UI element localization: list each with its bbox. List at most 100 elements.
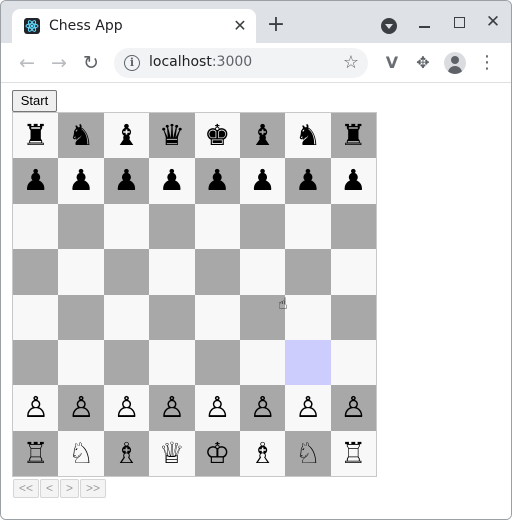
board-square[interactable]: ♙ xyxy=(58,385,104,431)
chess-piece[interactable]: ♘ xyxy=(295,436,321,470)
profile-avatar-icon[interactable] xyxy=(444,52,466,74)
board-square[interactable] xyxy=(103,339,150,386)
board-square[interactable] xyxy=(149,203,195,250)
chess-piece[interactable]: ♖ xyxy=(340,436,366,470)
board-square[interactable]: ♜ xyxy=(330,113,376,159)
board-square[interactable]: ♞ xyxy=(58,113,104,159)
chess-piece[interactable]: ♙ xyxy=(340,390,366,424)
board-square[interactable]: ♟ xyxy=(149,158,195,204)
board-square[interactable]: ♟ xyxy=(194,158,240,204)
board-square[interactable] xyxy=(58,339,104,386)
chess-piece[interactable]: ♙ xyxy=(204,390,230,424)
board-square[interactable]: ♝ xyxy=(103,113,150,159)
board-square[interactable] xyxy=(103,294,150,340)
board-square[interactable] xyxy=(239,249,286,295)
board-square[interactable]: ♞ xyxy=(285,113,331,159)
chess-piece[interactable]: ♜ xyxy=(340,118,366,152)
chess-piece[interactable]: ♟ xyxy=(68,163,94,197)
board-square[interactable] xyxy=(239,339,286,386)
board-square[interactable] xyxy=(149,249,195,295)
board-square[interactable]: ♗ xyxy=(103,430,150,476)
chess-piece[interactable]: ♖ xyxy=(23,436,49,470)
board-square[interactable]: ♛ xyxy=(149,113,195,159)
chess-piece[interactable]: ♛ xyxy=(159,118,185,152)
minimize-icon[interactable] xyxy=(419,26,430,28)
chess-piece[interactable]: ♙ xyxy=(23,390,49,424)
chess-piece[interactable]: ♟ xyxy=(250,163,276,197)
board-square[interactable] xyxy=(103,249,150,295)
back-arrow-icon[interactable]: ← xyxy=(15,51,39,75)
board-square[interactable]: ♘ xyxy=(285,430,331,476)
bookmark-star-icon[interactable]: ☆ xyxy=(340,51,362,75)
last-move-button[interactable]: >> xyxy=(80,479,107,498)
board-square[interactable]: ♗ xyxy=(239,430,286,476)
board-square[interactable] xyxy=(13,249,59,295)
chess-piece[interactable]: ♔ xyxy=(204,436,230,470)
chess-piece[interactable]: ♙ xyxy=(159,390,185,424)
chess-piece[interactable]: ♝ xyxy=(113,118,139,152)
board-square[interactable] xyxy=(103,203,150,250)
board-square[interactable] xyxy=(285,339,331,386)
board-square[interactable]: ♟ xyxy=(330,158,376,204)
board-square[interactable]: ♝ xyxy=(239,113,286,159)
board-square[interactable] xyxy=(13,339,59,386)
vue-devtools-icon[interactable]: V xyxy=(382,53,402,73)
new-tab-button[interactable]: + xyxy=(264,14,288,38)
board-square[interactable] xyxy=(239,294,286,340)
chess-piece[interactable]: ♜ xyxy=(23,118,49,152)
browser-menu-icon[interactable]: ⋮ xyxy=(477,53,497,73)
tab-search-icon[interactable] xyxy=(381,18,397,34)
board-square[interactable] xyxy=(285,294,331,340)
board-square[interactable] xyxy=(194,339,240,386)
board-square[interactable]: ♙ xyxy=(239,385,286,431)
board-square[interactable]: ♟ xyxy=(58,158,104,204)
board-square[interactable] xyxy=(194,203,240,250)
board-square[interactable] xyxy=(330,339,376,386)
chess-piece[interactable]: ♙ xyxy=(68,390,94,424)
chess-piece[interactable]: ♝ xyxy=(250,118,276,152)
site-info-icon[interactable]: i xyxy=(124,55,140,71)
chess-piece[interactable]: ♕ xyxy=(159,436,185,470)
chess-piece[interactable]: ♟ xyxy=(204,163,230,197)
board-square[interactable] xyxy=(149,339,195,386)
chess-piece[interactable]: ♙ xyxy=(113,390,139,424)
board-square[interactable] xyxy=(194,249,240,295)
chess-piece[interactable]: ♘ xyxy=(68,436,94,470)
board-square[interactable] xyxy=(58,294,104,340)
board-square[interactable] xyxy=(330,203,376,250)
board-square[interactable]: ♟ xyxy=(239,158,286,204)
start-button[interactable]: Start xyxy=(12,90,57,112)
board-square[interactable]: ♖ xyxy=(330,430,376,476)
window-close-icon[interactable]: ✕ xyxy=(484,11,502,33)
board-square[interactable]: ♙ xyxy=(103,385,150,431)
board-square[interactable]: ♙ xyxy=(13,385,59,431)
board-square[interactable] xyxy=(330,294,376,340)
board-square[interactable] xyxy=(194,294,240,340)
board-square[interactable]: ♙ xyxy=(194,385,240,431)
address-bar[interactable]: i localhost:3000 ☆ xyxy=(114,48,368,78)
board-square[interactable]: ♔ xyxy=(194,430,240,476)
chess-piece[interactable]: ♙ xyxy=(295,390,321,424)
board-square[interactable] xyxy=(58,249,104,295)
board-square[interactable]: ♟ xyxy=(103,158,150,204)
board-square[interactable] xyxy=(285,249,331,295)
chess-piece[interactable]: ♞ xyxy=(68,118,94,152)
maximize-icon[interactable] xyxy=(454,17,465,28)
board-square[interactable]: ♕ xyxy=(149,430,195,476)
chess-piece[interactable]: ♚ xyxy=(204,118,230,152)
board-square[interactable]: ♚ xyxy=(194,113,240,159)
board-square[interactable]: ♟ xyxy=(285,158,331,204)
board-square[interactable]: ♙ xyxy=(285,385,331,431)
url-text[interactable]: localhost:3000 xyxy=(149,54,252,70)
extensions-puzzle-icon[interactable]: ✥ xyxy=(413,53,433,73)
board-square[interactable]: ♟ xyxy=(13,158,59,204)
board-square[interactable]: ♜ xyxy=(13,113,59,159)
chess-piece[interactable]: ♟ xyxy=(23,163,49,197)
chess-piece[interactable]: ♙ xyxy=(250,390,276,424)
chess-piece[interactable]: ♗ xyxy=(250,436,276,470)
chess-piece[interactable]: ♟ xyxy=(159,163,185,197)
board-square[interactable] xyxy=(285,203,331,250)
next-move-button[interactable]: > xyxy=(60,479,80,498)
board-square[interactable]: ♖ xyxy=(13,430,59,476)
chess-piece[interactable]: ♟ xyxy=(340,163,366,197)
